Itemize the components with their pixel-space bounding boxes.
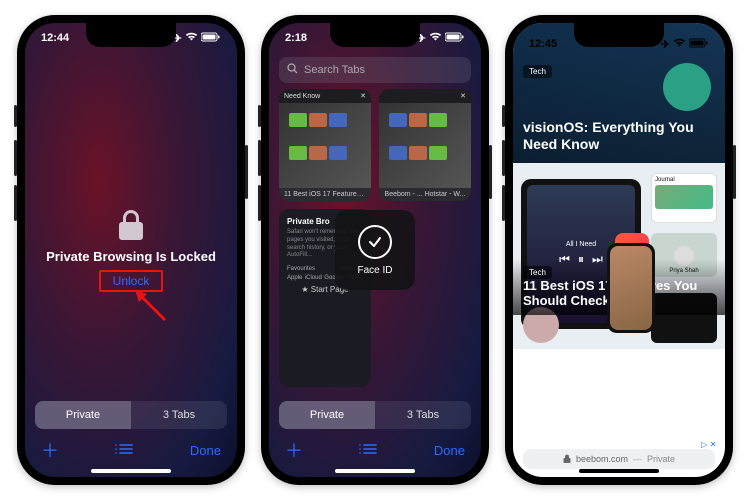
tab-title: Need Know xyxy=(284,93,320,100)
home-indicator[interactable] xyxy=(335,469,415,473)
close-icon[interactable]: ✕ xyxy=(460,92,466,100)
wifi-icon xyxy=(429,32,442,44)
phone-frame-2: 2:18 ✈︎ Search Tabs Need Know ✕ 11 Best i… xyxy=(261,15,489,485)
faceid-label: Face ID xyxy=(357,265,392,276)
notch xyxy=(574,23,664,47)
category-badge: Tech xyxy=(523,65,552,78)
lock-icon xyxy=(563,454,571,465)
home-indicator[interactable] xyxy=(579,469,659,473)
battery-icon xyxy=(201,32,221,45)
iphone-mock xyxy=(607,243,655,333)
hero-title: visionOS: Everything You Need Know xyxy=(523,119,715,153)
address-bar[interactable]: beebom.com — Private xyxy=(523,449,715,469)
tab-thumbnail xyxy=(379,103,471,188)
phone-frame-1: 12:44 ✈︎ Private Browsing Is Locked Unlo… xyxy=(17,15,245,485)
locked-title: Private Browsing Is Locked xyxy=(46,249,216,264)
music-label: All I Need xyxy=(566,241,596,248)
article-page[interactable]: 12:45 ✈︎ Tech visionOS: Everything You N… xyxy=(513,23,725,477)
adchoices-icon[interactable]: ▷✕ xyxy=(701,440,717,449)
bottom-toolbar: ＋ Done xyxy=(269,433,481,467)
tab-group-segmented[interactable]: Private 3 Tabs xyxy=(35,401,227,429)
search-placeholder: Search Tabs xyxy=(304,64,365,76)
addr-mode: Private xyxy=(647,454,675,464)
seg-private[interactable]: Private xyxy=(35,401,131,429)
hero-graphic xyxy=(663,63,711,111)
wifi-icon xyxy=(185,32,198,44)
new-tab-icon[interactable]: ＋ xyxy=(41,437,59,463)
done-button[interactable]: Done xyxy=(190,443,221,458)
annotation-arrow xyxy=(131,286,175,330)
battery-icon xyxy=(689,38,709,51)
tab-thumbnail xyxy=(279,103,371,188)
battery-icon xyxy=(445,32,465,45)
status-icons: ✈︎ xyxy=(173,32,221,45)
bottom-toolbar: ＋ Done xyxy=(25,433,237,467)
checkmark-icon xyxy=(358,225,392,259)
status-icons: ✈︎ xyxy=(661,38,709,51)
close-icon[interactable]: ✕ xyxy=(360,92,366,100)
addr-host: beebom.com xyxy=(576,454,628,464)
faceid-overlay: Face ID xyxy=(335,210,415,290)
seg-tabs[interactable]: 3 Tabs xyxy=(375,401,471,429)
new-tab-icon[interactable]: ＋ xyxy=(285,437,303,463)
lock-icon xyxy=(118,209,144,241)
tab-groups-icon[interactable] xyxy=(358,440,378,461)
phone-frame-3: 12:45 ✈︎ Tech visionOS: Everything You N… xyxy=(505,15,733,485)
notch xyxy=(330,23,420,47)
tab-card[interactable]: ✕ Beebom - ... Hotstar - W... xyxy=(379,89,471,201)
tab-footer: 11 Best iOS 17 Features You Should Check… xyxy=(279,188,371,201)
seg-tabs[interactable]: 3 Tabs xyxy=(131,401,227,429)
wifi-icon xyxy=(673,38,686,50)
status-icons: ✈︎ xyxy=(417,32,465,45)
status-time: 12:45 xyxy=(529,38,557,50)
search-icon xyxy=(287,63,298,77)
feature-image: All I Need ⏮⏸⏭ Journal 17 Priya Shah Tec… xyxy=(513,163,725,349)
tab-group-segmented[interactable]: Private 3 Tabs xyxy=(279,401,471,429)
tab-groups-icon[interactable] xyxy=(114,440,134,461)
status-time: 12:44 xyxy=(41,32,69,44)
screen-3: 12:45 ✈︎ Tech visionOS: Everything You N… xyxy=(513,23,725,477)
screen-2: 2:18 ✈︎ Search Tabs Need Know ✕ 11 Best i… xyxy=(269,23,481,477)
status-time: 2:18 xyxy=(285,32,307,44)
notch xyxy=(86,23,176,47)
seg-private[interactable]: Private xyxy=(279,401,375,429)
tab-card[interactable]: Need Know ✕ 11 Best iOS 17 Features You S… xyxy=(279,89,371,201)
search-tabs-field[interactable]: Search Tabs xyxy=(279,57,471,83)
done-button[interactable]: Done xyxy=(434,443,465,458)
tab-footer: Beebom - ... Hotstar - W... xyxy=(379,188,471,201)
home-indicator[interactable] xyxy=(91,469,171,473)
screen-1: 12:44 ✈︎ Private Browsing Is Locked Unlo… xyxy=(25,23,237,477)
journal-card: Journal xyxy=(651,173,717,223)
